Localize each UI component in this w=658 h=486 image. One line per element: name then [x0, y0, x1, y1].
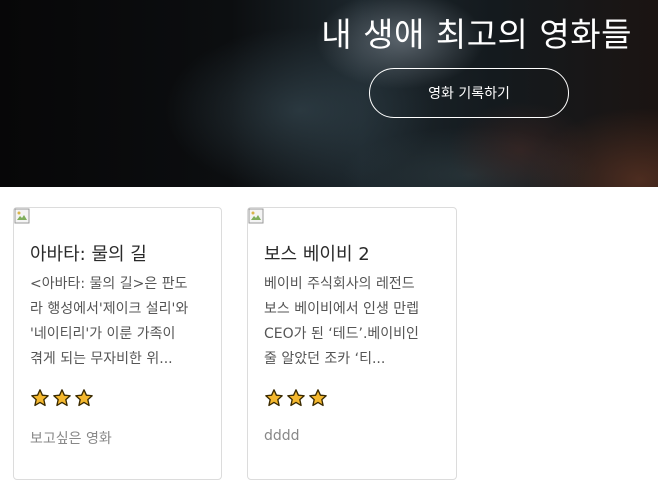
description-line: 라 행성에서'제이크 설리'와 — [30, 301, 189, 317]
page-title: 내 생애 최고의 영화들 — [321, 15, 632, 54]
movie-title: 보스 베이비 2 — [264, 244, 370, 265]
movie-card[interactable]: 아바타: 물의 길 <아바타: 물의 길>은 판도 라 행성에서'제이크 설리'… — [13, 207, 222, 480]
broken-image-icon — [248, 208, 264, 224]
star-icon — [31, 389, 49, 407]
star-icon — [75, 389, 93, 407]
star-icon — [287, 389, 305, 407]
star-icon — [309, 389, 327, 407]
description-line: CEO가 된 ‘테드’.베이비인 — [264, 326, 419, 342]
star-rating — [264, 388, 328, 408]
star-icon — [53, 389, 71, 407]
movie-title: 아바타: 물의 길 — [30, 244, 147, 265]
description-line: <아바타: 물의 길>은 판도 — [30, 276, 188, 292]
record-movie-button[interactable]: 영화 기록하기 — [369, 68, 569, 118]
movie-comment: dddd — [264, 428, 300, 444]
hero-banner: 내 생애 최고의 영화들 영화 기록하기 — [0, 0, 658, 187]
broken-image-icon — [14, 208, 30, 224]
description-line: '네이티리'가 이룬 가족이 — [30, 326, 176, 342]
description-line: 줄 알았던 조카 ‘티... — [264, 351, 386, 367]
description-line: 보스 베이비에서 인생 만렙 — [264, 301, 420, 317]
star-rating — [30, 388, 94, 408]
movie-comment: 보고싶은 영화 — [30, 431, 112, 447]
movie-card[interactable]: 보스 베이비 2 베이비 주식회사의 레전드 보스 베이비에서 인생 만렙 CE… — [247, 207, 457, 480]
description-line: 겪게 되는 무자비한 위... — [30, 351, 173, 367]
description-line: 베이비 주식회사의 레전드 — [264, 276, 415, 292]
movie-description: <아바타: 물의 길>은 판도 라 행성에서'제이크 설리'와 '네이티리'가 … — [30, 272, 210, 372]
movie-description: 베이비 주식회사의 레전드 보스 베이비에서 인생 만렙 CEO가 된 ‘테드’… — [264, 272, 444, 372]
star-icon — [265, 389, 283, 407]
